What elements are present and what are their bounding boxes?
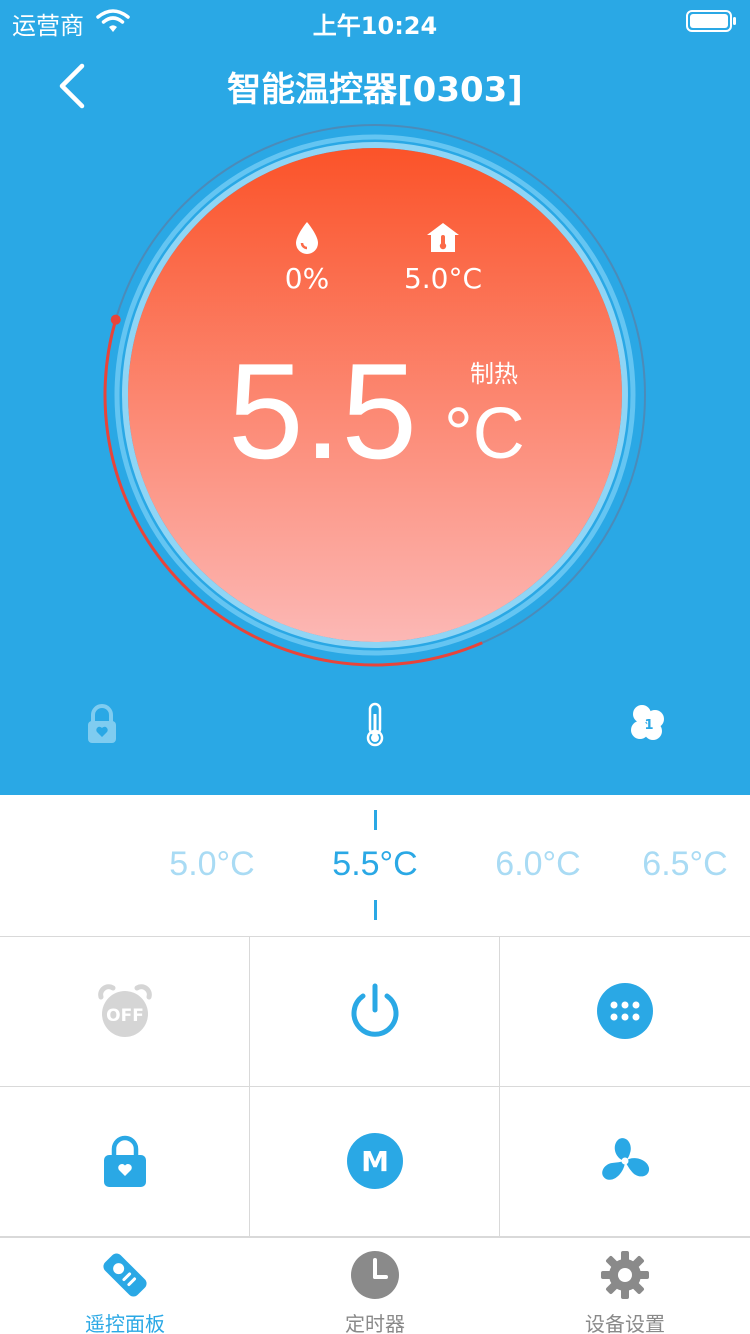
tab-label: 遥控面板	[85, 1312, 165, 1334]
room-temperature-readout: 5.0°C	[373, 220, 513, 295]
temperature-picker[interactable]: 5.0°C 5.5°C 6.0°C 6.5°C	[0, 795, 750, 937]
fan-button[interactable]	[500, 1087, 750, 1237]
fan-icon	[602, 1138, 650, 1180]
temperature-option-selected[interactable]: 5.5°C	[305, 845, 445, 884]
svg-text:OFF: OFF	[106, 1006, 144, 1026]
humidity-value: 0%	[284, 262, 330, 295]
control-grid: OFF M	[0, 937, 750, 1237]
tab-remote-panel[interactable]: 遥控面板	[0, 1238, 250, 1334]
tab-label: 定时器	[345, 1312, 405, 1334]
navigation-bar: 智能温控器[0303]	[0, 50, 750, 120]
tab-label: 设备设置	[585, 1312, 665, 1334]
humidity-readout: 0%	[237, 220, 377, 295]
mode-label: 制热	[470, 360, 518, 388]
alarm-off-icon: OFF	[98, 984, 152, 1037]
thermometer-icon	[366, 702, 384, 747]
power-button[interactable]	[250, 937, 500, 1087]
temperature-option[interactable]: 6.0°C	[468, 845, 608, 884]
fan-speed-1-icon: 1	[631, 705, 664, 740]
device-status-icons: 1	[0, 700, 750, 760]
clock-label: 上午10:24	[312, 12, 438, 40]
svg-text:M: M	[361, 1145, 389, 1178]
tab-bar: 遥控面板 定时器 设备设置	[0, 1237, 750, 1334]
header-section: 运营商 上午10:24 智能温控器[0303] 0% 5.0°C 制热 5.5 …	[0, 0, 750, 795]
house-thermometer-icon	[427, 223, 459, 252]
lock-icon	[88, 704, 116, 743]
power-icon	[351, 983, 399, 1037]
mode-button[interactable]: M	[250, 1087, 500, 1237]
remote-control-icon	[103, 1253, 147, 1297]
child-lock-button[interactable]	[0, 1087, 250, 1237]
water-drop-icon	[296, 222, 318, 254]
svg-text:1: 1	[644, 718, 653, 733]
set-temperature-value: 5.5	[228, 335, 418, 487]
picker-indicator-top	[374, 810, 377, 830]
temperature-option[interactable]: 6.5°C	[615, 845, 750, 884]
tab-timer[interactable]: 定时器	[250, 1238, 500, 1334]
menu-button[interactable]	[500, 937, 750, 1087]
dots-grid-icon	[597, 983, 653, 1039]
lock-icon	[104, 1135, 146, 1187]
page-title: 智能温控器[0303]	[227, 70, 523, 110]
thermostat-dial[interactable]: 0% 5.0°C 制热 5.5 °C	[0, 120, 750, 690]
timer-off-button[interactable]: OFF	[0, 937, 250, 1087]
temperature-option[interactable]: 5.0°C	[142, 845, 282, 884]
battery-icon	[686, 10, 736, 32]
room-temperature-value: 5.0°C	[403, 262, 483, 295]
tab-device-settings[interactable]: 设备设置	[500, 1238, 750, 1334]
picker-indicator-bottom	[374, 900, 377, 920]
status-bar: 运营商 上午10:24	[0, 0, 750, 42]
temperature-progress-knob	[110, 314, 121, 325]
clock-icon	[351, 1251, 399, 1299]
gear-icon	[601, 1251, 649, 1299]
temperature-unit: °C	[444, 394, 525, 474]
mode-m-icon: M	[347, 1133, 403, 1189]
